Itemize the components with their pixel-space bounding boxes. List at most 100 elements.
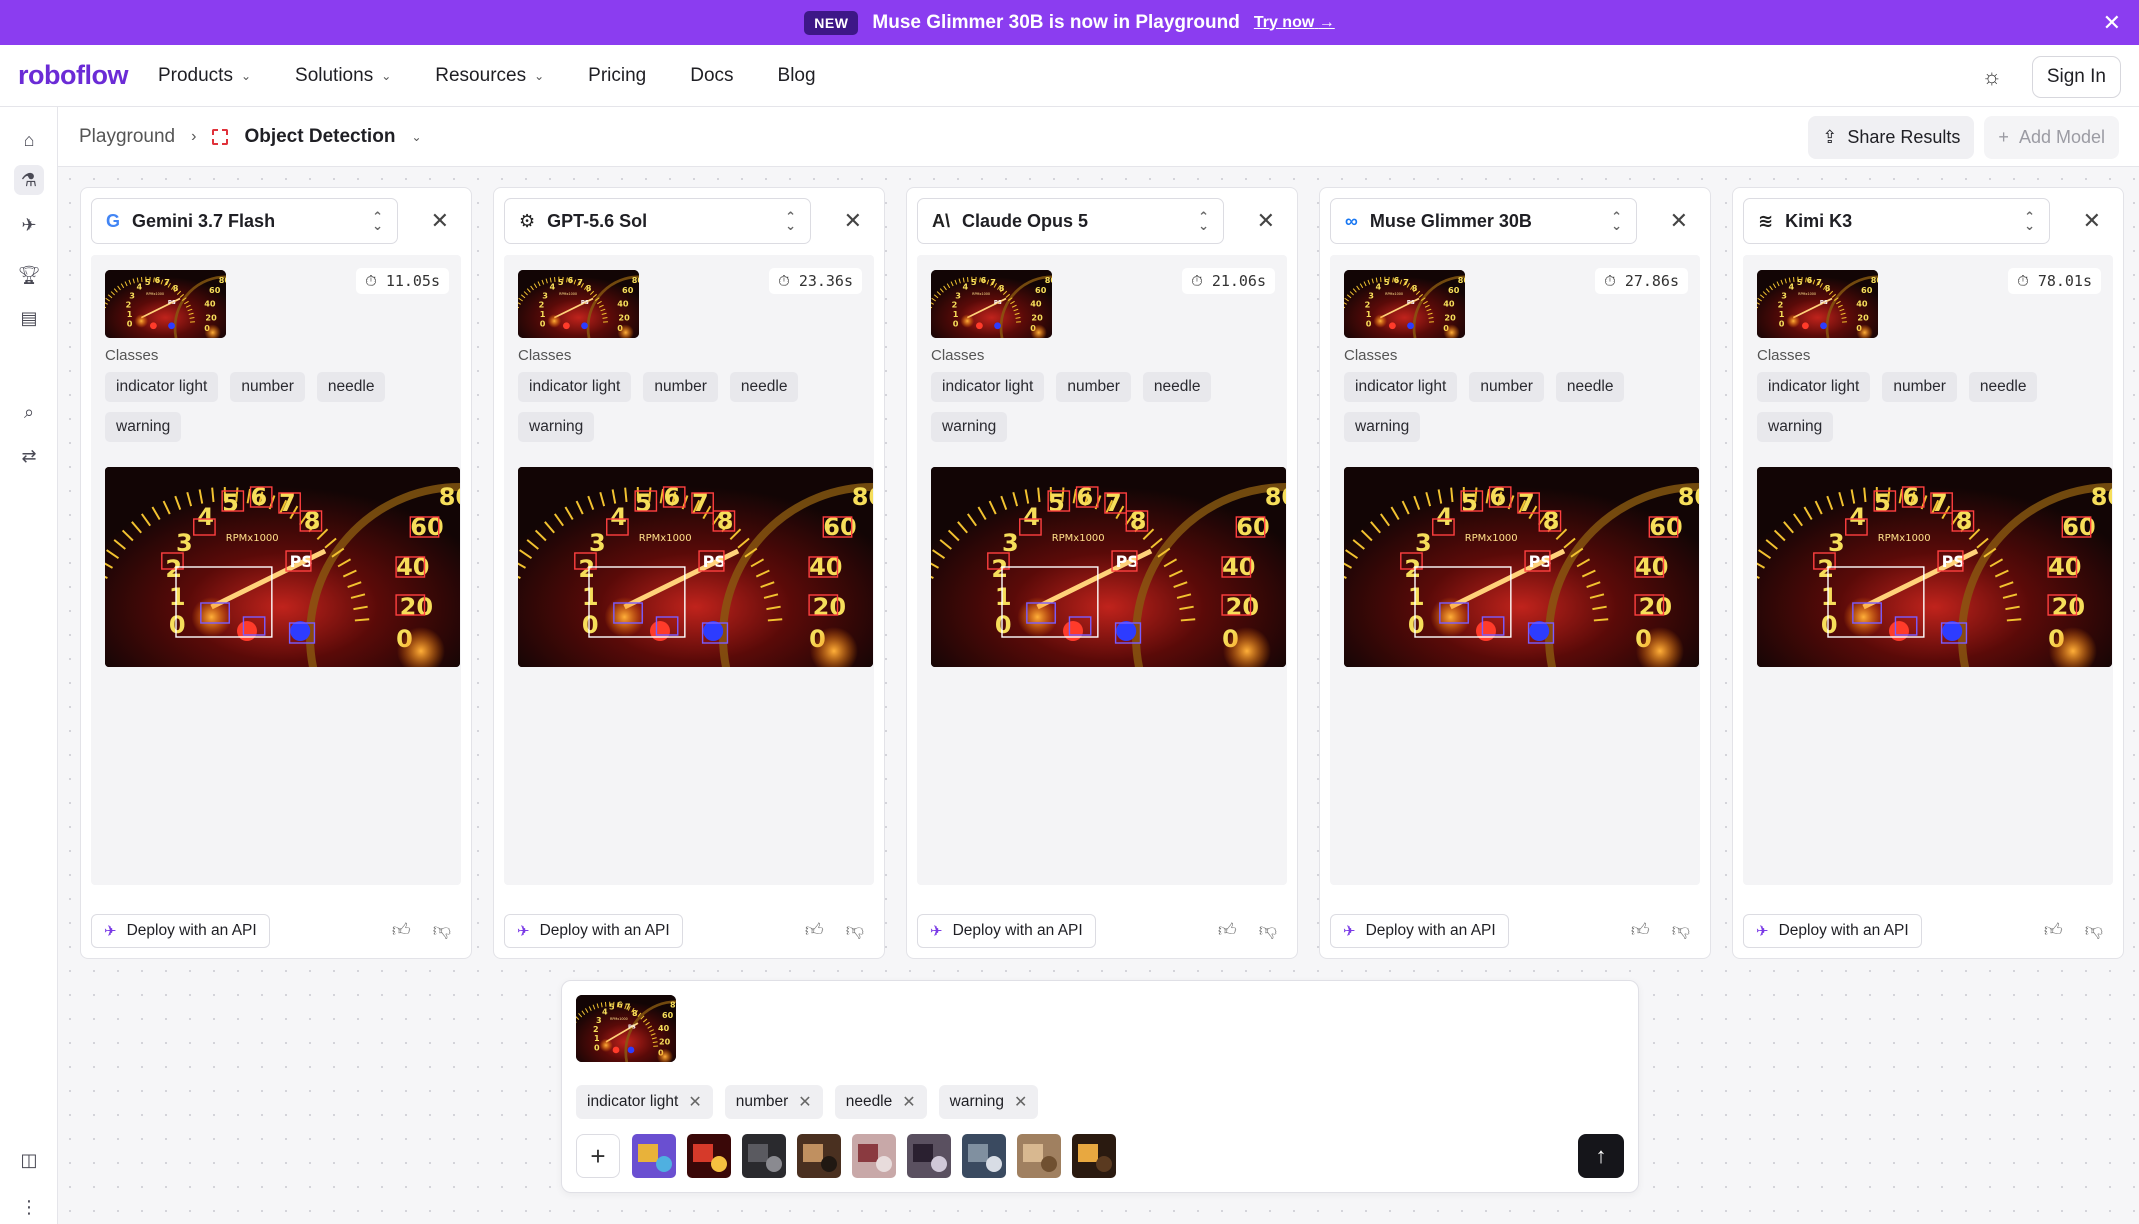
close-model-icon[interactable]: ✕: [1257, 208, 1275, 234]
thumbs-down-icon[interactable]: 👎︎: [433, 919, 451, 941]
class-chip: needle: [729, 372, 799, 402]
nav-docs[interactable]: Docs: [690, 65, 733, 87]
more-vertical-icon[interactable]: ⋮: [14, 1192, 44, 1222]
sample-image[interactable]: [797, 1134, 841, 1178]
detection-result-image[interactable]: 345678210806040200RPMx1000PS: [105, 467, 460, 667]
svg-text:80: 80: [1045, 275, 1052, 285]
svg-text:40: 40: [1443, 299, 1455, 309]
model-selector[interactable]: ∞ Muse Glimmer 30B ⌃ ⌄: [1330, 198, 1637, 244]
sample-image[interactable]: [632, 1134, 676, 1178]
svg-text:1: 1: [995, 583, 1012, 611]
remove-class-icon[interactable]: ✕: [798, 1092, 811, 1112]
close-model-icon[interactable]: ✕: [844, 208, 862, 234]
meta-icon: ∞: [1345, 210, 1358, 231]
deploy-api-button[interactable]: ✈ Deploy with an API: [1330, 914, 1509, 948]
breadcrumb-object-detection[interactable]: Object Detection: [244, 126, 395, 148]
home-icon[interactable]: ⌂: [14, 125, 44, 155]
detection-result-image[interactable]: 345678210806040200RPMx1000PS: [1344, 467, 1699, 667]
detection-result-image[interactable]: 345678210806040200RPMx1000PS: [1757, 467, 2112, 667]
rocket-icon: ✈: [1756, 923, 1769, 940]
sample-image[interactable]: [742, 1134, 786, 1178]
sample-image[interactable]: [907, 1134, 951, 1178]
thumbs-down-icon[interactable]: 👎︎: [1672, 919, 1690, 941]
search-icon[interactable]: ⌕: [14, 397, 44, 427]
thumbs-down-icon[interactable]: 👎︎: [1259, 919, 1277, 941]
remove-class-icon[interactable]: ✕: [1014, 1092, 1027, 1112]
svg-text:0: 0: [127, 318, 133, 328]
sample-image[interactable]: [1017, 1134, 1061, 1178]
nav-products[interactable]: Products ⌄: [158, 65, 251, 87]
nav-solutions[interactable]: Solutions ⌄: [295, 65, 391, 87]
thumbs-up-icon[interactable]: 👍︎: [2044, 919, 2063, 941]
add-image-button[interactable]: +: [576, 1134, 620, 1178]
detection-result-image[interactable]: 345678210806040200RPMx1000PS: [931, 467, 1286, 667]
model-selector[interactable]: A\ Claude Opus 5 ⌃ ⌄: [917, 198, 1224, 244]
trophy-icon[interactable]: 🏆︎: [14, 260, 44, 290]
input-image-thumbnail: 345678210806040200RPMx1000PS: [931, 270, 1052, 338]
thumbs-up-icon[interactable]: 👍︎: [1631, 919, 1650, 941]
close-model-icon[interactable]: ✕: [2083, 208, 2101, 234]
deploy-api-button[interactable]: ✈ Deploy with an API: [917, 914, 1096, 948]
close-banner-icon[interactable]: ✕: [2103, 10, 2121, 36]
deploy-api-button[interactable]: ✈ Deploy with an API: [91, 914, 270, 948]
svg-text:5: 5: [1874, 489, 1891, 517]
thumbs-up-icon[interactable]: 👍︎: [805, 919, 824, 941]
close-model-icon[interactable]: ✕: [431, 208, 449, 234]
sample-image[interactable]: [1072, 1134, 1116, 1178]
breadcrumb-playground[interactable]: Playground: [79, 126, 175, 148]
svg-text:2: 2: [593, 1025, 599, 1034]
class-chip: warning: [1757, 412, 1834, 442]
svg-text:4: 4: [136, 282, 142, 292]
nav-resources[interactable]: Resources ⌄: [435, 65, 544, 87]
kimi-icon: ≋: [1758, 210, 1774, 231]
remove-class-icon[interactable]: ✕: [688, 1092, 701, 1112]
panel-toggle-icon[interactable]: ◫: [14, 1145, 44, 1175]
svg-text:PS: PS: [581, 300, 589, 306]
svg-text:40: 40: [204, 299, 216, 309]
add-model-button[interactable]: + Add Model: [1984, 116, 2119, 159]
model-name: GPT-5.6 Sol: [547, 210, 648, 231]
send-button[interactable]: ↑: [1578, 1134, 1624, 1178]
remove-class-icon[interactable]: ✕: [902, 1092, 915, 1112]
share-results-button[interactable]: ⇪ Share Results: [1808, 116, 1975, 159]
svg-text:2: 2: [126, 299, 132, 309]
chevron-down-icon[interactable]: ⌄: [411, 130, 421, 144]
theme-toggle-icon[interactable]: ☼: [1972, 64, 2012, 90]
nav-pricing[interactable]: Pricing: [588, 65, 646, 87]
model-selector[interactable]: ≋ Kimi K3 ⌃ ⌄: [1743, 198, 2050, 244]
svg-text:40: 40: [1856, 299, 1868, 309]
svg-text:20: 20: [205, 312, 217, 322]
sign-in-button[interactable]: Sign In: [2031, 56, 2121, 98]
deploy-api-button[interactable]: ✈ Deploy with an API: [1743, 914, 1922, 948]
try-now-link[interactable]: Try now →: [1254, 14, 1335, 32]
sample-image[interactable]: [852, 1134, 896, 1178]
svg-text:PS: PS: [703, 552, 726, 571]
svg-text:RPMx1000: RPMx1000: [639, 533, 692, 544]
svg-text:5: 5: [635, 489, 652, 517]
model-column: ≋ Kimi K3 ⌃⌄ ✕ 345678210806040200RPMx100…: [1732, 187, 2124, 959]
thumbs-down-icon[interactable]: 👎︎: [2085, 919, 2103, 941]
rocket-icon[interactable]: ✈: [14, 210, 44, 240]
clipboard-icon[interactable]: ▤: [14, 303, 44, 333]
svg-text:6: 6: [981, 275, 987, 285]
sample-image[interactable]: [962, 1134, 1006, 1178]
uploaded-image-thumbnail[interactable]: 345678210806040200RPMx1000PS: [576, 995, 676, 1062]
compare-icon[interactable]: ⇄: [14, 441, 44, 471]
thumbs-up-icon[interactable]: 👍︎: [392, 919, 411, 941]
flask-icon[interactable]: ⚗: [14, 165, 44, 195]
model-selector[interactable]: ⚙ GPT-5.6 Sol ⌃ ⌄: [504, 198, 811, 244]
svg-text:20: 20: [659, 1038, 671, 1047]
close-model-icon[interactable]: ✕: [1670, 208, 1688, 234]
svg-text:8: 8: [1825, 283, 1831, 293]
svg-text:5: 5: [609, 1003, 615, 1012]
svg-text:7: 7: [990, 277, 996, 287]
logo[interactable]: roboflow: [18, 60, 128, 91]
svg-text:2: 2: [539, 299, 545, 309]
nav-blog[interactable]: Blog: [778, 65, 816, 87]
detection-result-image[interactable]: 345678210806040200RPMx1000PS: [518, 467, 873, 667]
model-selector[interactable]: G Gemini 3.7 Flash ⌃ ⌄: [91, 198, 398, 244]
thumbs-down-icon[interactable]: 👎︎: [846, 919, 864, 941]
thumbs-up-icon[interactable]: 👍︎: [1218, 919, 1237, 941]
sample-image[interactable]: [687, 1134, 731, 1178]
deploy-api-button[interactable]: ✈ Deploy with an API: [504, 914, 683, 948]
